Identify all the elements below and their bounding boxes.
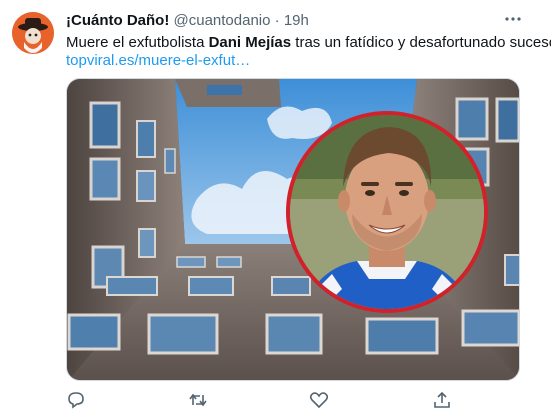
tweet-text: Muere el exfutbolista Dani Mejías tras u… [66, 34, 551, 52]
avatar-icon [12, 12, 54, 54]
tweet-text-start: Muere el exfutbolista [66, 34, 209, 51]
retweet-icon [189, 393, 207, 407]
display-name[interactable]: ¡Cuánto Daño! [66, 12, 169, 29]
more-button[interactable] [502, 8, 524, 30]
tweet-header: ¡Cuánto Daño! @cuantodanio · 19h [66, 12, 309, 30]
reply-button[interactable] [66, 390, 90, 414]
tweet-text-end: tras un fatídico y desafortunado suceso [291, 34, 551, 51]
reply-icon [68, 392, 84, 409]
handle[interactable]: @cuantodanio [174, 12, 271, 29]
more-icon [505, 17, 521, 21]
share-button[interactable] [432, 390, 456, 414]
media-image[interactable] [66, 78, 520, 381]
retweet-button[interactable] [188, 390, 212, 414]
like-button[interactable] [309, 390, 333, 414]
separator: · [274, 12, 280, 29]
tweet-link[interactable]: topviral.es/muere-el-exfut… [66, 52, 250, 70]
tweet-card[interactable]: ¡Cuánto Daño! @cuantodanio · 19h Muere e… [0, 0, 551, 419]
like-icon [309, 392, 329, 409]
timestamp[interactable]: 19h [284, 12, 309, 29]
tweet-text-bold: Dani Mejías [208, 34, 292, 51]
share-icon [434, 391, 450, 408]
avatar[interactable] [12, 12, 54, 54]
courtyard-photo [67, 79, 519, 380]
action-bar [66, 390, 486, 414]
